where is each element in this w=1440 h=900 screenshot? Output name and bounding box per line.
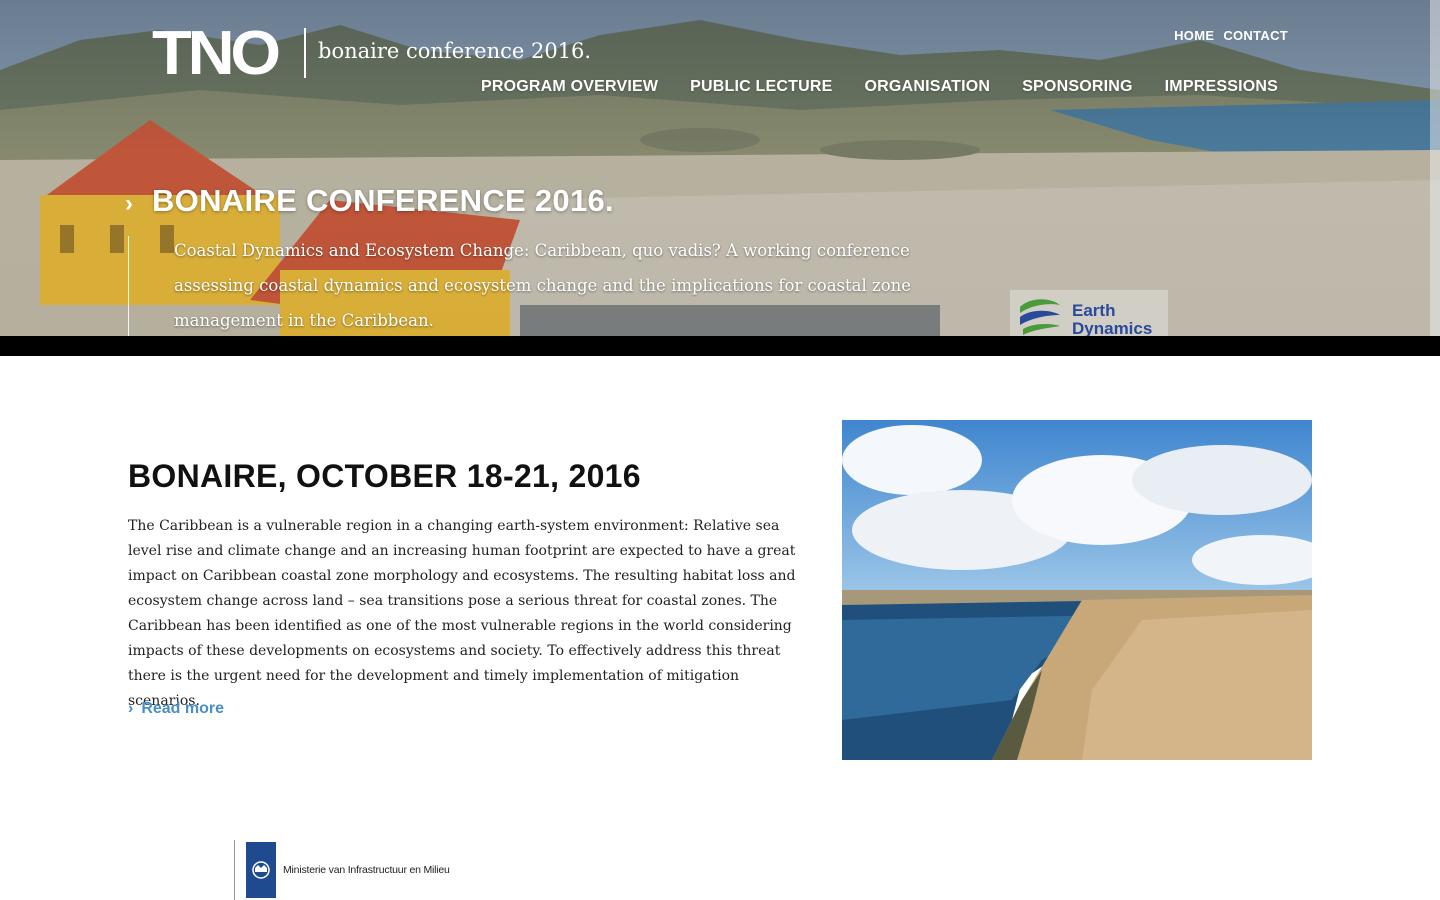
hero-bottom-band (0, 336, 1440, 356)
crown-emblem-icon (246, 842, 276, 898)
hero-rule (128, 236, 129, 336)
earth-dynamics-line2: Dynamics (1072, 319, 1153, 337)
ministry-name: Ministerie van Infrastructuur en Milieu (283, 864, 450, 876)
nav-contact-link[interactable]: CONTACT (1223, 28, 1288, 43)
section-title: BONAIRE, OCTOBER 18-21, 2016 (128, 458, 641, 494)
nav-public-lecture[interactable]: PUBLIC LECTURE (690, 78, 832, 96)
tno-logo[interactable]: TNO (152, 23, 281, 85)
tno-logo-text: TNO (152, 19, 281, 88)
intro-paragraph: The Caribbean is a vulnerable region in … (128, 518, 796, 709)
coast-photo-image (842, 420, 1312, 760)
site-subtitle[interactable]: bonaire conference 2016. (318, 39, 591, 63)
main-nav: PROGRAM OVERVIEW PUBLIC LECTURE ORGANISA… (481, 78, 1278, 96)
logo-divider (304, 28, 306, 78)
hero-description: Coastal Dynamics and Ecosystem Change: C… (174, 241, 912, 330)
nav-sponsoring[interactable]: SPONSORING (1022, 78, 1132, 96)
earth-dynamics-line1: Earth (1072, 301, 1116, 320)
nav-program-overview[interactable]: PROGRAM OVERVIEW (481, 78, 658, 96)
chevron-right-icon: › (125, 190, 133, 217)
ministry-logo[interactable]: Ministerie van Infrastructuur en Milieu (234, 840, 450, 900)
chevron-right-icon: › (128, 700, 134, 717)
scrollbar[interactable] (1430, 0, 1440, 336)
nav-impressions[interactable]: IMPRESSIONS (1165, 78, 1278, 96)
read-more-link[interactable]: › Read more (128, 700, 224, 718)
ministry-logo-divider (234, 840, 235, 900)
coast-photo (842, 420, 1312, 760)
read-more-label: Read more (141, 700, 225, 717)
earth-dynamics-badge[interactable]: Earth Dynamics (1010, 290, 1168, 336)
hero-title: BONAIRE CONFERENCE 2016. (152, 183, 614, 218)
top-utility-nav: HOME CONTACT (1174, 28, 1288, 43)
nav-organisation[interactable]: ORGANISATION (865, 78, 991, 96)
nav-home-link[interactable]: HOME (1174, 28, 1214, 43)
earth-dynamics-logo-icon (1020, 299, 1060, 335)
hero-banner: TNO bonaire conference 2016. HOME CONTAC… (0, 0, 1440, 336)
